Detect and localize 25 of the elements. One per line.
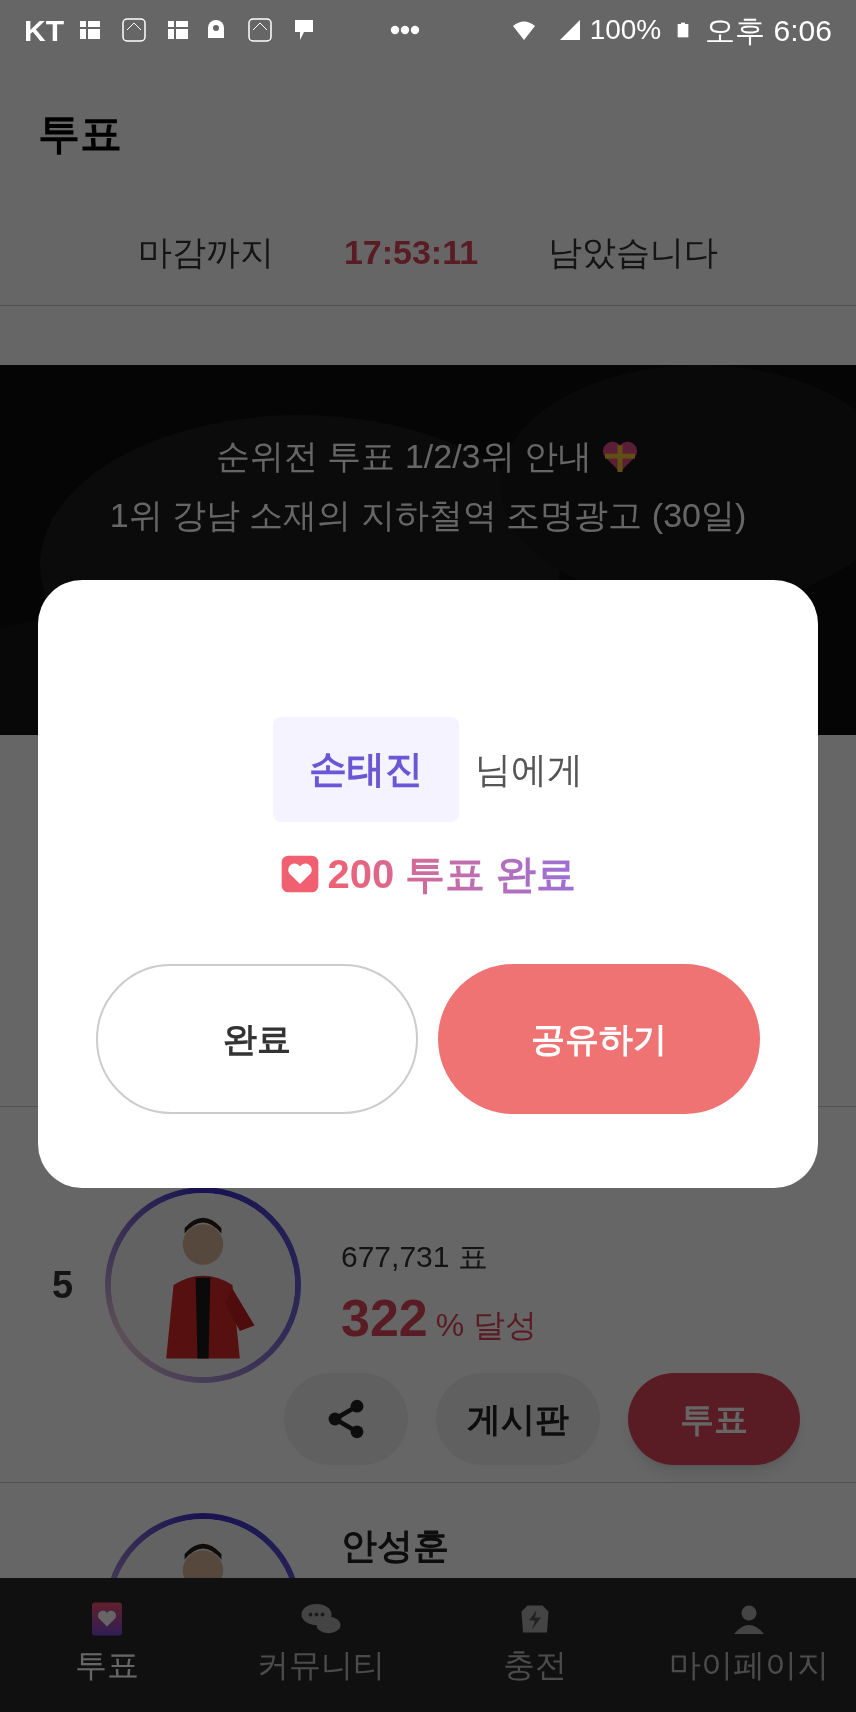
- achievement-percent: 322: [341, 1287, 428, 1349]
- recipient-suffix: 님에게: [475, 747, 583, 792]
- app-grid-icon: [166, 18, 190, 42]
- share-button[interactable]: 공유하기: [438, 964, 760, 1114]
- countdown-timer: 17:53:11: [343, 232, 479, 273]
- carrier-label: KT: [24, 12, 64, 49]
- more-icon: [390, 25, 420, 35]
- countdown-label: 마감까지: [137, 232, 274, 273]
- singer-name: 안성훈: [341, 1524, 449, 1568]
- page-title: 투표: [37, 109, 123, 159]
- battery-percent: 100%: [589, 13, 662, 47]
- banner-text: 순위전 투표 1/2/3위 안내: [216, 436, 592, 477]
- recipient-name: 손태진: [273, 717, 459, 822]
- app-grid-icon: [78, 18, 102, 42]
- rank-number: 5: [51, 1262, 75, 1308]
- banner-text: 1위 강남 소재의 지하철역 조명광고 (30일): [109, 495, 747, 536]
- board-button[interactable]: 게시판: [436, 1373, 600, 1465]
- message-icon: [292, 18, 316, 42]
- nav-tab[interactable]: 투표: [0, 1578, 214, 1712]
- clock-time: 오후 6:06: [705, 12, 832, 49]
- vote-button[interactable]: 투표: [628, 1373, 800, 1465]
- done-button[interactable]: 완료: [96, 964, 418, 1114]
- vote-count: 677,731 표: [341, 1238, 489, 1275]
- countdown-label: 남았습니다: [548, 232, 719, 273]
- achievement-label: % 달성: [435, 1305, 538, 1345]
